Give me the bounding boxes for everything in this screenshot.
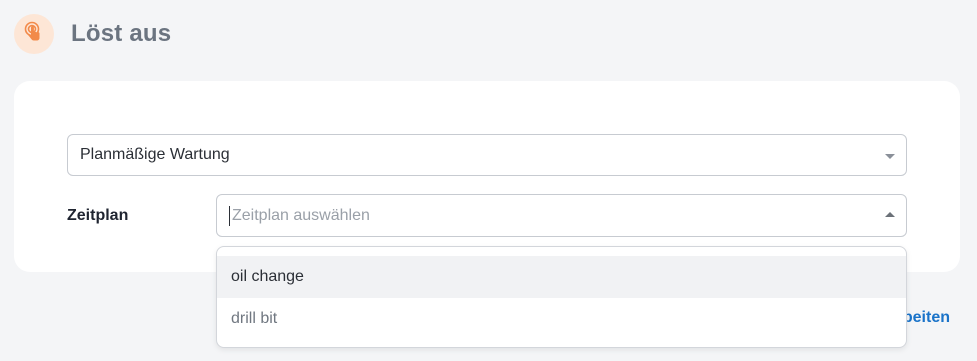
option-label: drill bit: [231, 310, 278, 327]
edit-link[interactable]: beiten: [903, 309, 950, 327]
chevron-down-icon: [885, 154, 895, 159]
chevron-up-icon: [885, 211, 895, 217]
schedule-select[interactable]: Zeitplan auswählen: [216, 194, 907, 237]
dropdown-option-oil-change[interactable]: oil change: [217, 256, 906, 298]
trigger-type-select[interactable]: Planmäßige Wartung: [67, 134, 907, 176]
schedule-placeholder: Zeitplan auswählen: [232, 206, 370, 224]
section-header: Löst aus: [14, 14, 171, 54]
schedule-dropdown-menu: oil change drill bit: [216, 246, 907, 348]
trigger-type-value: Planmäßige Wartung: [80, 146, 230, 163]
trigger-card: Planmäßige Wartung Zeitplan Zeitplan aus…: [14, 81, 960, 272]
dropdown-option-drill-bit[interactable]: drill bit: [217, 298, 906, 340]
text-cursor: [229, 205, 230, 226]
option-label: oil change: [231, 268, 304, 285]
page-title: Löst aus: [71, 20, 172, 47]
trigger-badge: [14, 14, 54, 54]
touch-trigger-icon: [23, 21, 45, 48]
schedule-label: Zeitplan: [67, 207, 129, 224]
